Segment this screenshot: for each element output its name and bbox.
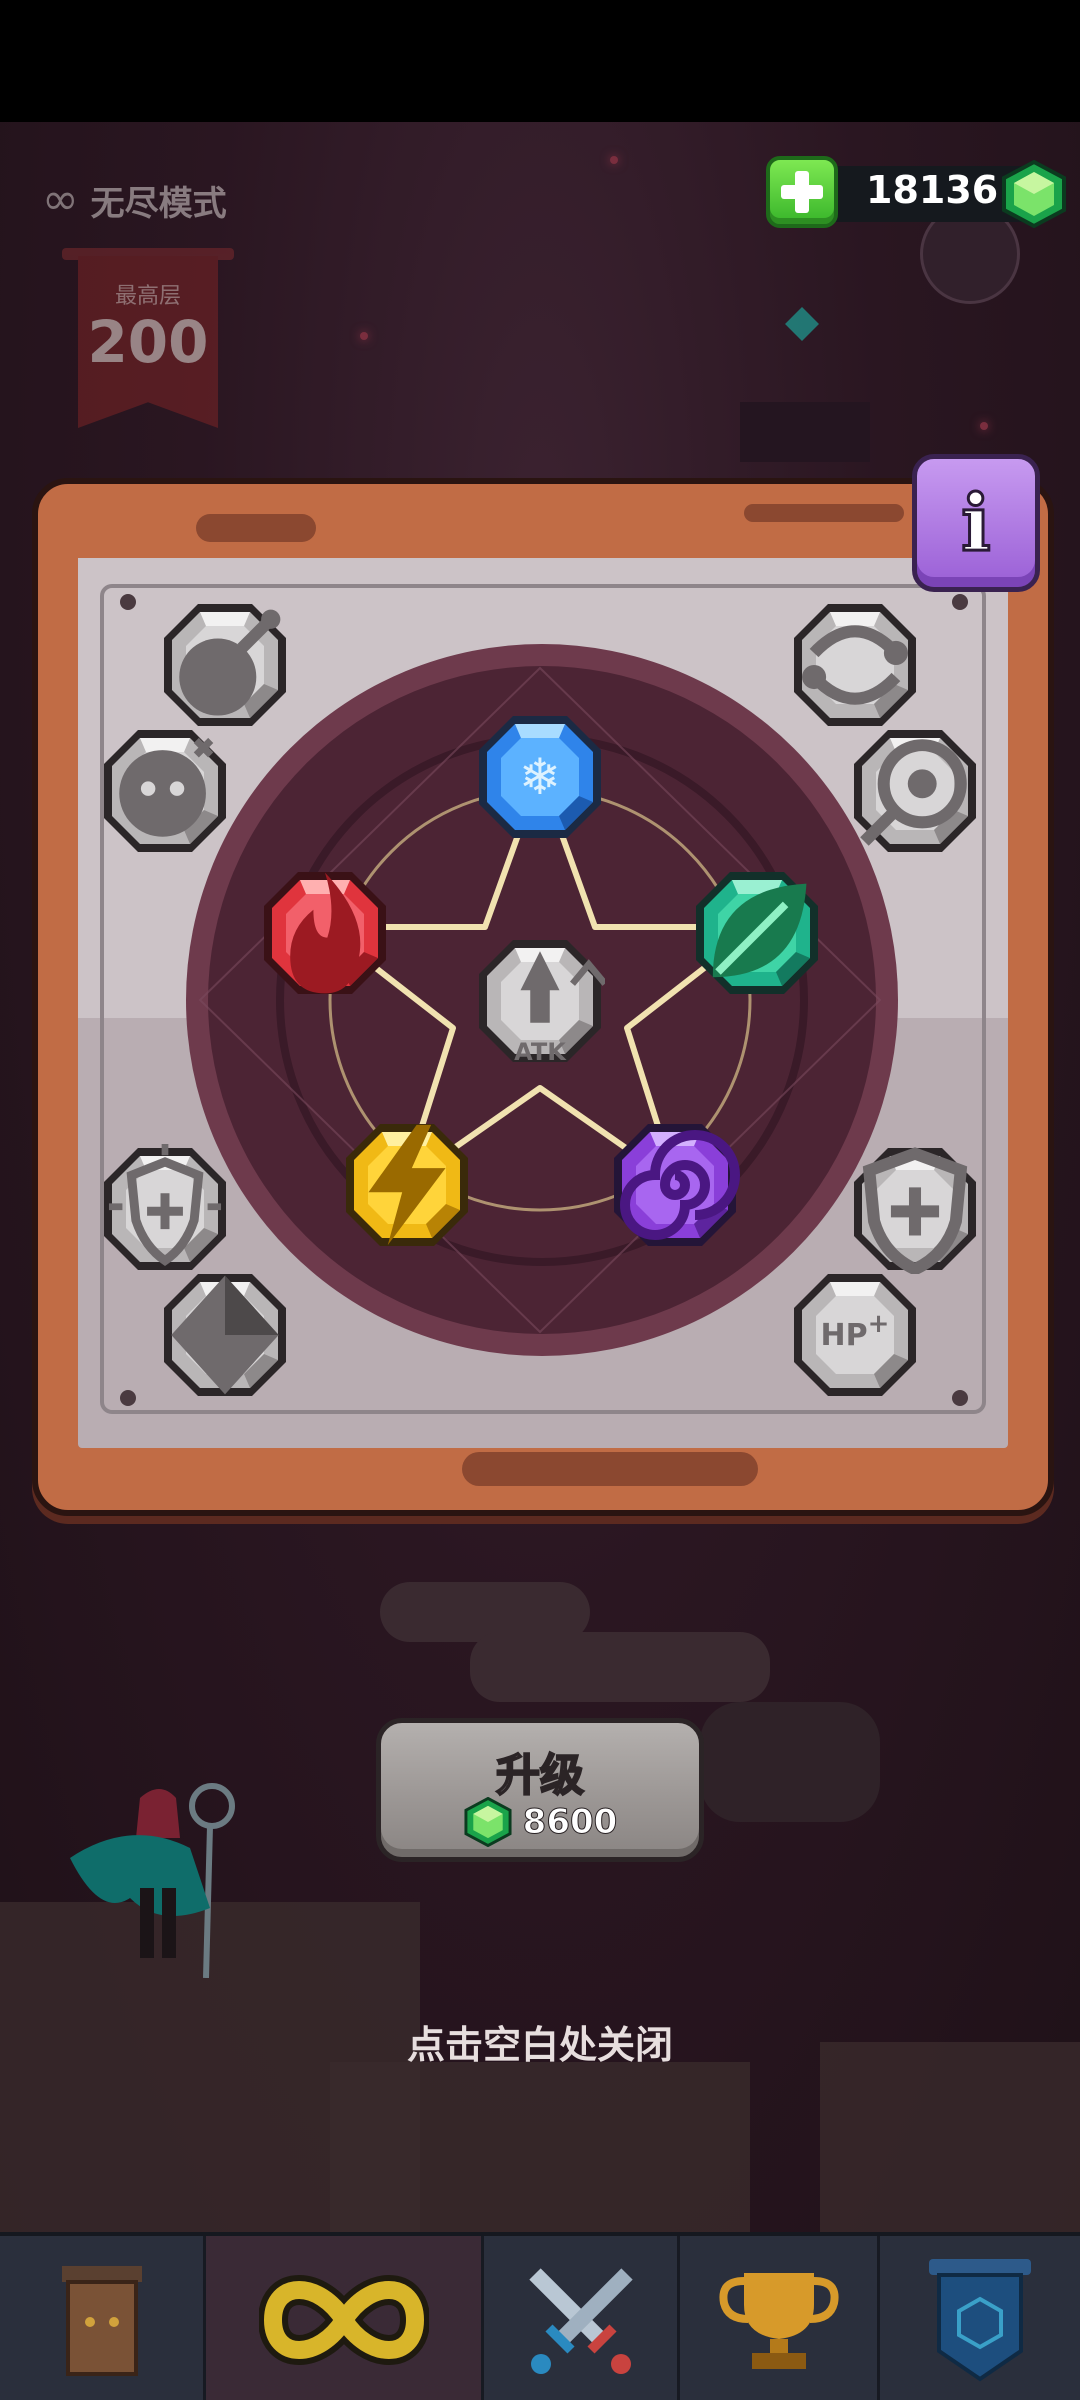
panel-slot [196,514,316,542]
rune-gem-lightning[interactable] [342,1120,472,1250]
trophy-icon [718,2273,839,2369]
rune-gem-shield-plus[interactable] [850,1144,980,1274]
gem-count: 18136 [866,168,999,212]
rune-gem-swirl[interactable] [790,600,920,730]
stone-floor [330,2062,750,2232]
nav-item-endless[interactable] [206,2236,484,2400]
close-hint: 点击空白处关闭 [406,2023,673,2067]
screw [120,1390,136,1406]
nav-item-ranking[interactable] [680,2236,880,2400]
green-gem-icon [1000,160,1068,228]
nav-item-battle[interactable] [484,2236,680,2400]
bottom-nav [0,2232,1080,2400]
plus-icon [781,171,823,213]
rune-gem-fire[interactable] [260,868,390,998]
ember-dot [360,332,368,340]
rune-gem-attack[interactable]: ATK [475,936,605,1066]
rune-gem-hp[interactable]: HP + [790,1270,920,1400]
endless-mode-label: ∞ 无尽模式 [42,176,227,224]
hero-mage [70,1768,240,1979]
panel-slot [744,504,904,522]
gem-currency: 18136 [766,156,1068,228]
crossed-swords-icon [528,2268,633,2374]
rune-gem-shield-burst[interactable] [100,1144,230,1274]
ruin-block [740,402,870,462]
mode-title: 无尽模式 [90,183,227,224]
nav-item-guild[interactable] [880,2236,1080,2400]
rune-gem-bomb[interactable] [160,600,290,730]
screw [120,594,136,610]
rune-gem-diamond[interactable] [160,1270,290,1400]
rune-gem-ice[interactable]: ❄ [475,712,605,842]
add-gems-button[interactable] [766,156,838,228]
rune-gem-nature[interactable] [692,868,822,998]
infinity-icon [258,2275,429,2365]
upgrade-button[interactable]: 升级 8600 [376,1718,704,1862]
nav-item-shop[interactable] [0,2236,206,2400]
rune-gem-target[interactable] [850,726,980,856]
floating-rock [470,1632,770,1702]
panel-slot [462,1452,758,1486]
floating-rock [700,1702,880,1822]
green-gem-icon [464,1797,512,1847]
info-label: i [960,476,993,570]
upgrade-cost-value: 8600 [522,1802,618,1843]
ember-dot [980,422,988,430]
floating-crystal-icon [785,307,819,341]
screw [952,1390,968,1406]
stone-floor [820,2042,1080,2232]
ember-dot [610,156,618,164]
screw [952,594,968,610]
infinity-icon: ∞ [42,174,79,225]
rune-gem-ghost[interactable] [100,726,230,856]
best-floor-value: 200 [87,308,209,376]
best-floor-banner: 最高层 200 [62,248,234,428]
upgrade-label: 升级 [495,1749,585,1802]
badge-icon [929,2259,1031,2382]
best-floor-label: 最高层 [114,284,181,309]
upgrade-cost: 8600 [381,1797,699,1847]
status-bar [0,0,1080,122]
info-button[interactable]: i [912,454,1040,592]
treasure-chest-icon [61,2266,142,2376]
rune-gem-arcane[interactable] [610,1120,740,1250]
